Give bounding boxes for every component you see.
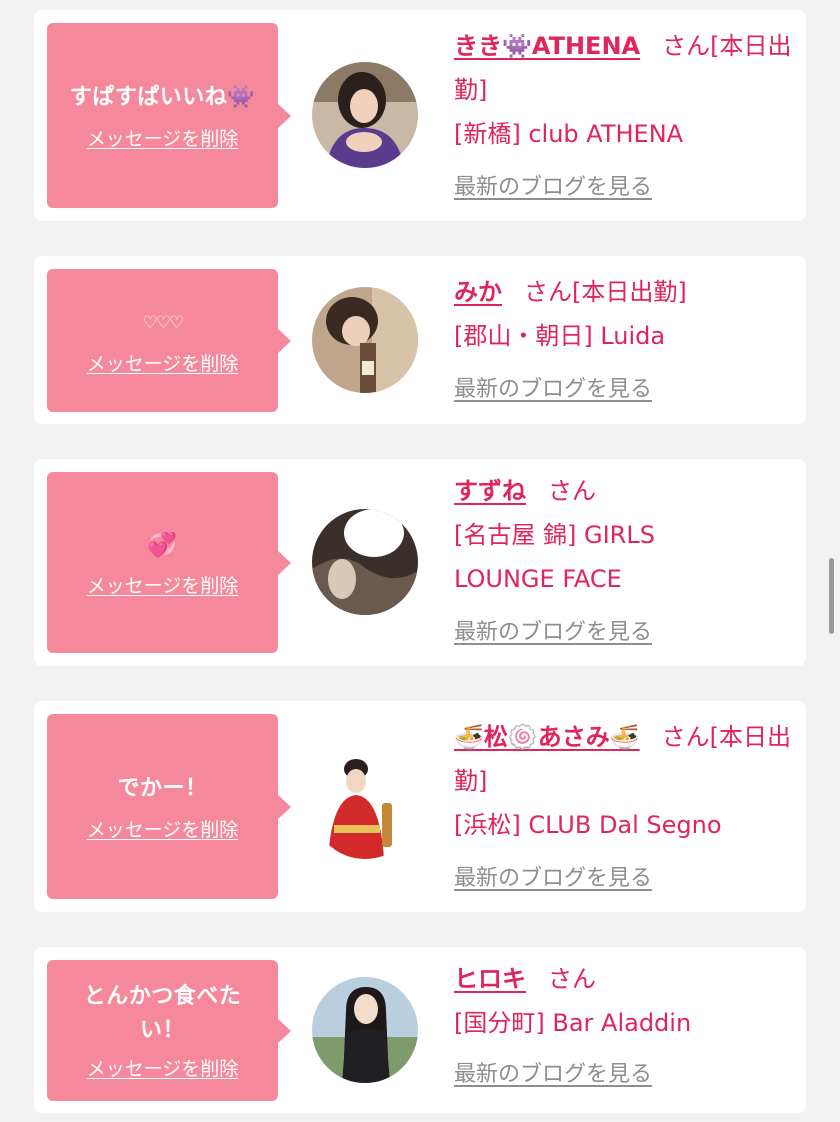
latest-blog-link[interactable]: 最新のブログを見る [454,611,652,655]
name-line: すずね さん [454,469,794,513]
cast-name-link[interactable]: きき👾ATHENA [454,32,640,60]
honorific: さん [662,32,711,60]
list-item: とんかつ食べたい！ メッセージを削除 ヒロキ さん [国分町] Bar Aladd… [34,947,806,1113]
avatar[interactable] [312,62,418,168]
delete-message-link[interactable]: メッセージを削除 [87,124,239,151]
list-item: すぱすぱいいね👾 メッセージを削除 きき👾ATHENA さん[本日出勤] [新橋]… [34,10,806,221]
honorific: さん [661,723,710,751]
delete-message-link[interactable]: メッセージを削除 [87,571,239,598]
name-line: きき👾ATHENA さん[本日出勤] [454,24,794,112]
name-line: ヒロキ さん [454,957,794,1001]
shop-name: [郡山・朝日] Luida [454,322,666,350]
message-bubble: 💞 メッセージを削除 [47,472,291,653]
message-bubble: でかー！ メッセージを削除 [47,714,291,899]
cast-name-link[interactable]: みか [454,278,502,306]
latest-blog-link[interactable]: 最新のブログを見る [454,1053,652,1097]
message-text: 💞 [147,531,178,559]
delete-message-link[interactable]: メッセージを削除 [87,815,239,842]
avatar[interactable] [312,509,418,615]
honorific: さん [548,965,596,993]
message-bubble: とんかつ食べたい！ メッセージを削除 [47,960,291,1101]
cast-info: みか さん[本日出勤] [郡山・朝日] Luida 最新のブログを見る [454,270,794,412]
message-text: ♡♡♡ [142,313,185,333]
message-text: でかー！ [117,776,208,801]
message-text: すぱすぱいいね👾 [69,85,256,110]
list-item: ♡♡♡ メッセージを削除 みか さん[本日出勤] [郡山・朝日] Luida 最新… [34,256,806,424]
latest-blog-link[interactable]: 最新のブログを見る [454,368,652,412]
message-text: とんかつ食べたい！ [83,984,242,1043]
message-list-page: すぱすぱいいね👾 メッセージを削除 きき👾ATHENA さん[本日出勤] [新橋]… [0,0,840,1122]
cast-info: ヒロキ さん [国分町] Bar Aladdin 最新のブログを見る [454,957,794,1097]
cast-info: すずね さん [名古屋 錦] GIRLS LOUNGE FACE 最新のブログを見… [454,469,794,655]
avatar[interactable] [312,287,418,393]
message-bubble: すぱすぱいいね👾 メッセージを削除 [47,23,291,208]
shop-name: [名古屋 錦] GIRLS LOUNGE FACE [454,521,655,593]
list-item: 💞 メッセージを削除 すずね さん [名古屋 錦] GIRLS LOUNGE FA… [34,459,806,666]
avatar[interactable] [312,753,418,859]
honorific: さん [548,477,596,505]
avatar[interactable] [312,977,418,1083]
message-bubble: ♡♡♡ メッセージを削除 [47,269,291,412]
shop-name: [浜松] CLUB Dal Segno [454,811,722,839]
cast-name-link[interactable]: ヒロキ [454,965,526,993]
cast-name-link[interactable]: すずね [454,477,526,505]
delete-message-link[interactable]: メッセージを削除 [87,349,239,376]
name-line: みか さん[本日出勤] [454,270,794,314]
delete-message-link[interactable]: メッセージを削除 [87,1054,239,1081]
cast-name-link[interactable]: 🍜松🍥あさみ🍜 [454,723,640,751]
scrollbar[interactable] [829,558,834,634]
name-line: 🍜松🍥あさみ🍜 さん[本日出勤] [454,715,794,803]
shop-name: [新橋] club ATHENA [454,120,684,148]
attendance-status: [本日出勤] [572,278,687,306]
cast-info: 🍜松🍥あさみ🍜 さん[本日出勤] [浜松] CLUB Dal Segno 最新のブ… [454,715,794,901]
cast-info: きき👾ATHENA さん[本日出勤] [新橋] club ATHENA 最新のブロ… [454,24,794,210]
list-item: でかー！ メッセージを削除 🍜松🍥あさみ🍜 さん[本日出勤] [浜松] CLUB … [34,701,806,912]
latest-blog-link[interactable]: 最新のブログを見る [454,857,652,901]
latest-blog-link[interactable]: 最新のブログを見る [454,166,652,210]
honorific: さん [524,278,572,306]
shop-name: [国分町] Bar Aladdin [454,1009,692,1037]
